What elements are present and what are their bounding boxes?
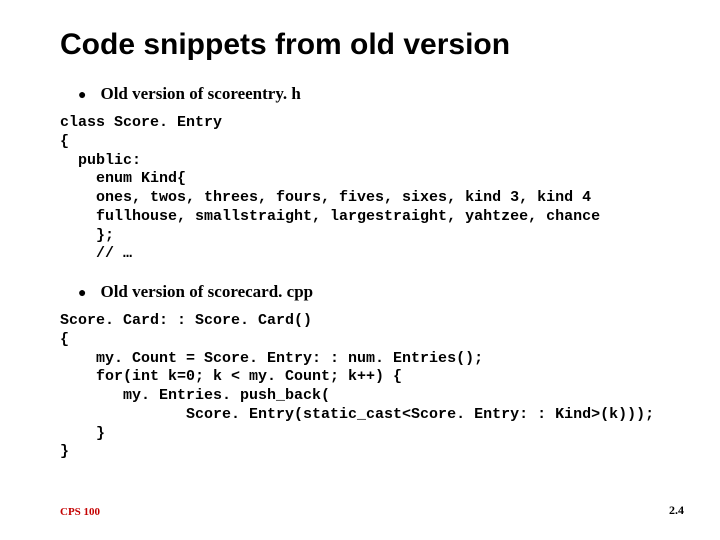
footer-page-number: 2.4 [669, 503, 684, 518]
bullet-text-1: Old version of scoreentry. h [100, 84, 300, 104]
code-block-2: Score. Card: : Score. Card() { my. Count… [60, 312, 680, 462]
bullet-item-2: ● Old version of scorecard. cpp [78, 282, 680, 302]
bullet-dot-icon: ● [78, 282, 86, 302]
bullet-text-2: Old version of scorecard. cpp [100, 282, 313, 302]
slide: Code snippets from old version ● Old ver… [0, 0, 720, 540]
bullet-dot-icon: ● [78, 84, 86, 104]
bullet-item-1: ● Old version of scoreentry. h [78, 84, 680, 104]
code-block-1: class Score. Entry { public: enum Kind{ … [60, 114, 680, 264]
footer-course: CPS 100 [60, 506, 100, 518]
slide-title: Code snippets from old version [60, 28, 680, 62]
